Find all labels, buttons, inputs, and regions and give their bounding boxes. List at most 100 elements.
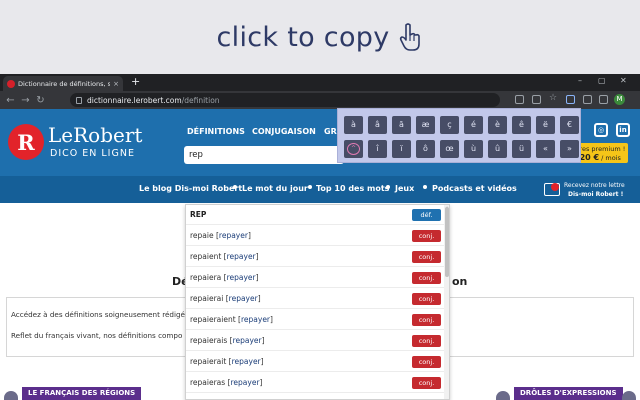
accent-key[interactable]: ç (440, 116, 459, 134)
tab-title: Dictionnaire de définitions, syno (18, 79, 111, 88)
accent-key[interactable]: ā (392, 116, 411, 134)
suggestion-row[interactable]: repaieras [repayer] conj. (186, 373, 444, 393)
newsletter-label: Recevez notre lettre (564, 182, 625, 189)
browser-toolbar: ← → ↻ dictionnaire.lerobert.com /definit… (0, 91, 640, 109)
accent-key[interactable]: â (368, 116, 387, 134)
nav-mot-du-jour[interactable]: Le mot du jour (242, 184, 308, 193)
instagram-icon[interactable]: ◎ (594, 123, 608, 137)
puzzle-icon[interactable] (583, 95, 592, 104)
extension-icon[interactable] (566, 95, 575, 104)
back-icon[interactable]: ← (3, 95, 18, 106)
intro-line-1: Accédez à des définitions soigneusement … (11, 310, 185, 319)
newsletter-signup[interactable]: Recevez notre lettre Dis-moi Robert ! (544, 180, 638, 202)
share-icon[interactable] (532, 95, 541, 104)
suggestion-row[interactable]: repaie [repayer] conj. (186, 226, 444, 246)
badge-droles-expressions[interactable]: DRÔLES D'EXPRESSIONS (514, 387, 623, 400)
menu-definitions[interactable]: DÉFINITIONS (187, 127, 245, 136)
conjugation-button[interactable]: conj. (412, 293, 441, 305)
suggestion-word: repaieraient [repayer] (190, 315, 273, 324)
suggestion-word: repaierai [repayer] (190, 294, 261, 303)
pointing-hand-icon (400, 23, 421, 51)
menu-conjugaison[interactable]: CONJUGAISON (252, 127, 316, 136)
accent-key[interactable]: ù (464, 140, 483, 158)
nav-jeux[interactable]: Jeux (395, 184, 414, 193)
accent-key[interactable]: û (488, 140, 507, 158)
nav-blog[interactable]: Le blog Dis-moi Robert (139, 184, 242, 193)
conjugation-button[interactable]: conj. (412, 377, 441, 389)
site-favicon-icon (7, 79, 15, 88)
accent-key[interactable]: » (560, 140, 579, 158)
accent-key[interactable]: à (344, 116, 363, 134)
minimize-icon[interactable]: – (578, 76, 582, 85)
conjugation-button[interactable]: conj. (412, 251, 441, 263)
conjugation-button[interactable]: conj. (412, 356, 441, 368)
accent-key[interactable]: æ (416, 116, 435, 134)
conjugation-button[interactable]: conj. (412, 230, 441, 242)
suggestion-row[interactable]: repaieraient [repayer] conj. (186, 310, 444, 330)
conjugation-button[interactable]: conj. (412, 272, 441, 284)
accent-key[interactable]: œ (440, 140, 459, 158)
logo-name: LeRobert (48, 123, 143, 147)
mail-icon (544, 183, 560, 196)
expressions-thumbnail (496, 391, 510, 400)
address-bar[interactable]: dictionnaire.lerobert.com /definition (70, 93, 500, 107)
logo-subtitle: DICO EN LIGNE (50, 148, 135, 159)
suggestion-word: repaieras [repayer] (190, 378, 263, 387)
accent-key[interactable]: € (560, 116, 579, 134)
accent-key[interactable]: ë (536, 116, 555, 134)
tab-close-icon[interactable]: × (113, 80, 119, 88)
suggestion-word: REP (190, 210, 207, 219)
search-input[interactable]: rep (184, 146, 344, 164)
site-logo[interactable]: R LeRobert DICO EN LIGNE (8, 122, 143, 162)
sidebar-icon[interactable] (599, 95, 608, 104)
newsletter-name: Dis-moi Robert ! (568, 191, 624, 198)
close-window-icon[interactable]: ✕ (620, 76, 627, 85)
banner-text: click to copy (216, 21, 390, 53)
nav-podcasts[interactable]: Podcasts et vidéos (432, 184, 517, 193)
accent-picker-popup: à â ā æ ç é è ê ë € ^ î ï ô œ ù û ü « » (337, 108, 581, 163)
accent-key[interactable]: « (536, 140, 555, 158)
url-host: dictionnaire.lerobert.com (87, 95, 182, 105)
lock-icon (76, 96, 82, 104)
suggestion-row[interactable]: REP déf. (186, 205, 444, 225)
accent-key[interactable]: ô (416, 140, 435, 158)
new-tab-button[interactable]: + (131, 76, 140, 88)
browser-tab[interactable]: Dictionnaire de définitions, syno × (3, 76, 123, 91)
suggestion-word: repaiera [repayer] (190, 273, 259, 282)
autocomplete-dropdown: REP déf. repaie [repayer] conj. repaient… (185, 204, 450, 400)
conjugation-button[interactable]: conj. (412, 335, 441, 347)
badge-francais-regions[interactable]: LE FRANÇAIS DES RÉGIONS (22, 387, 142, 400)
browser-tab-bar: Dictionnaire de définitions, syno × + – … (0, 74, 640, 91)
suggestion-row[interactable]: repaient [repayer] conj. (186, 247, 444, 267)
accent-key[interactable]: è (488, 116, 507, 134)
bookmark-star-icon[interactable]: ☆ (549, 93, 558, 103)
logo-badge-icon (551, 183, 559, 191)
translate-icon[interactable] (515, 95, 524, 104)
forward-icon[interactable]: → (18, 95, 33, 106)
secondary-nav: Le blog Dis-moi Robert Le mot du jour To… (0, 176, 640, 203)
logo-mark: R (8, 124, 44, 160)
suggestion-row[interactable]: repaierais [repayer] conj. (186, 331, 444, 351)
suggestion-word: repaierait [repayer] (190, 357, 264, 366)
dropdown-scrollbar[interactable]: ▲ (444, 205, 449, 399)
accent-key[interactable]: ê (512, 116, 531, 134)
conjugation-button[interactable]: conj. (412, 314, 441, 326)
promo-unit: / mois (599, 154, 621, 162)
menu-grammaire[interactable]: GR (324, 127, 337, 136)
nav-separator (423, 185, 427, 189)
case-toggle-button[interactable]: ^ (344, 140, 363, 158)
accent-key[interactable]: ï (392, 140, 411, 158)
accent-key[interactable]: ü (512, 140, 531, 158)
definition-button[interactable]: déf. (412, 209, 441, 221)
accent-key[interactable]: é (464, 116, 483, 134)
nav-top-10[interactable]: Top 10 des mots (316, 184, 389, 193)
suggestion-row[interactable]: repaierait [repayer] conj. (186, 352, 444, 372)
linkedin-icon[interactable]: in (616, 123, 630, 137)
maximize-icon[interactable]: ▢ (598, 76, 606, 85)
reload-icon[interactable]: ↻ (33, 95, 48, 106)
profile-avatar[interactable]: M (614, 94, 625, 105)
suggestion-row[interactable]: repaierai [repayer] conj. (186, 289, 444, 309)
scrollbar-thumb[interactable] (445, 207, 449, 277)
suggestion-row[interactable]: repaiera [repayer] conj. (186, 268, 444, 288)
accent-key[interactable]: î (368, 140, 387, 158)
